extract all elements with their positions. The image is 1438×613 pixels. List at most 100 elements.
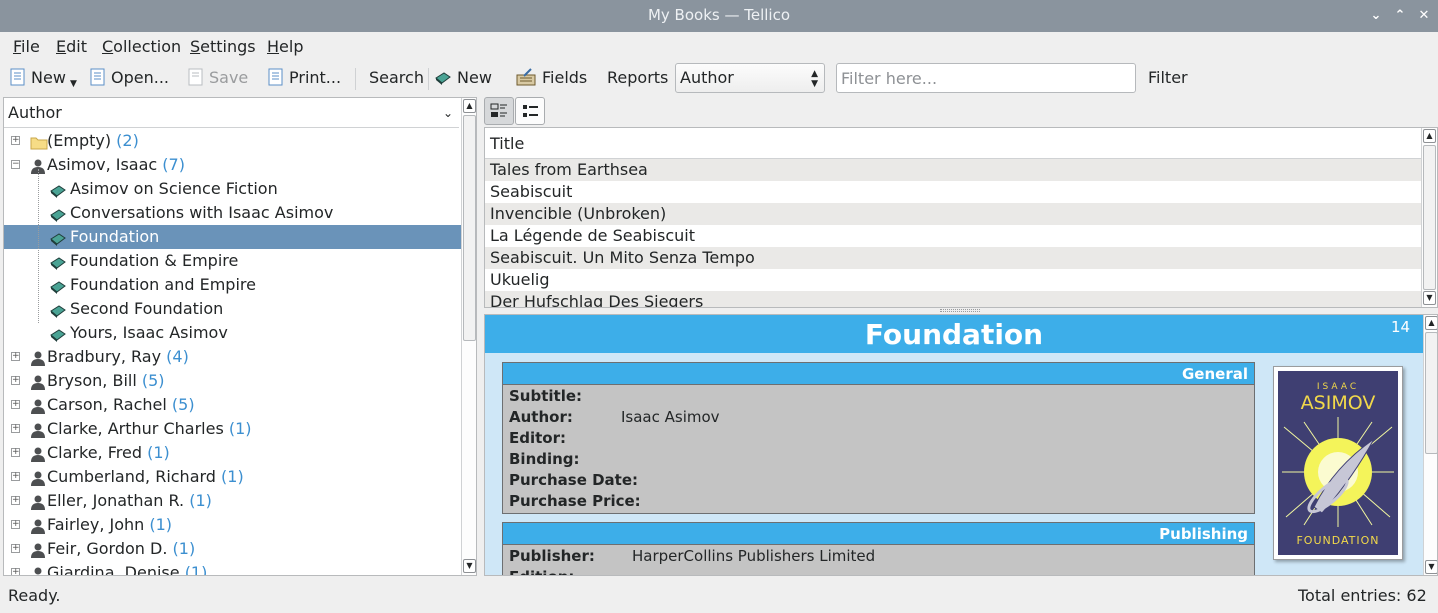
open-button[interactable]: Open...: [90, 68, 169, 90]
expand-icon[interactable]: +: [11, 472, 20, 481]
scroll-down-icon[interactable]: ▼: [1425, 560, 1437, 574]
tree-entry-row[interactable]: Second Foundation: [4, 297, 462, 321]
expand-icon[interactable]: +: [11, 568, 20, 575]
tree-group-label: Carson, Rachel (5): [47, 395, 195, 414]
section-header: General: [503, 363, 1254, 385]
tree-entry-row[interactable]: Conversations with Isaac Asimov: [4, 201, 462, 225]
scroll-up-icon[interactable]: ▲: [463, 99, 476, 113]
tree-entry-label: Yours, Isaac Asimov: [70, 323, 228, 342]
chevron-down-icon[interactable]: ⌄: [443, 98, 453, 128]
tree-group-row[interactable]: + Giardina, Denise (1): [4, 561, 462, 575]
tree-group-row[interactable]: + Clarke, Arthur Charles (1): [4, 417, 462, 441]
tree-group-row[interactable]: + Fairley, John (1): [4, 513, 462, 537]
book-cover-image[interactable]: ISAAC ASIMOV FOUNDATION: [1273, 366, 1403, 560]
minimize-icon[interactable]: ⌄: [1366, 6, 1386, 26]
list-item[interactable]: Seabiscuit. Un Mito Senza Tempo: [485, 247, 1421, 269]
scroll-down-icon[interactable]: ▼: [1423, 291, 1436, 305]
save-button[interactable]: Save: [188, 68, 248, 90]
menu-bar: File Edit Collection Settings Help: [0, 32, 1438, 60]
expand-icon[interactable]: +: [11, 448, 20, 457]
list-item[interactable]: Ukuelig: [485, 269, 1421, 291]
tree-group-label: Feir, Gordon D. (1): [47, 539, 196, 558]
tree-group-label: Bradbury, Ray (4): [47, 347, 189, 366]
tree-group-row[interactable]: + Cumberland, Richard (1): [4, 465, 462, 489]
detail-field-row: Purchase Price:: [503, 491, 1254, 512]
field-label: Binding:: [509, 450, 580, 468]
menu-help[interactable]: Help: [267, 37, 303, 56]
field-label: Purchase Date:: [509, 471, 639, 489]
updown-arrow-icon: ▲ ▼: [811, 69, 818, 89]
tree-group-row[interactable]: + Bryson, Bill (5): [4, 369, 462, 393]
tree-group-row[interactable]: + Carson, Rachel (5): [4, 393, 462, 417]
tree-entry-row[interactable]: Foundation & Empire: [4, 249, 462, 273]
list-scrollbar[interactable]: ▲ ▼: [1421, 128, 1437, 307]
list-item[interactable]: Tales from Earthsea: [485, 159, 1421, 181]
search-button[interactable]: Search: [369, 68, 424, 90]
tree-group-row[interactable]: + Feir, Gordon D. (1): [4, 537, 462, 561]
tree-group-row[interactable]: + Eller, Jonathan R. (1): [4, 489, 462, 513]
menu-collection[interactable]: Collection: [102, 37, 181, 56]
tree-group-row[interactable]: + Bradbury, Ray (4): [4, 345, 462, 369]
menu-file[interactable]: File: [13, 37, 40, 56]
entry-title: Foundation: [485, 315, 1423, 353]
group-column-header[interactable]: Author ⌄: [4, 98, 459, 128]
close-icon[interactable]: ✕: [1414, 6, 1434, 26]
tree-scrollbar[interactable]: ▲ ▼: [461, 98, 476, 575]
list-item[interactable]: Der Hufschlag Des Siegers: [485, 291, 1421, 307]
fields-editor-icon: [516, 68, 536, 86]
print-button[interactable]: Print...: [268, 68, 341, 90]
title-bar: My Books — Tellico ⌄ ⌃ ✕: [0, 0, 1438, 32]
list-item[interactable]: La Légende de Seabiscuit: [485, 225, 1421, 247]
new-entry-button[interactable]: New: [435, 68, 492, 90]
icon-view-button[interactable]: [515, 97, 545, 125]
expand-icon[interactable]: +: [11, 424, 20, 433]
tree-group-label: Eller, Jonathan R. (1): [47, 491, 212, 510]
dropdown-arrow-icon[interactable]: ▼: [70, 74, 77, 94]
detail-scrollbar[interactable]: ▲ ▼: [1423, 315, 1437, 575]
tree-entry-row[interactable]: Yours, Isaac Asimov: [4, 321, 462, 345]
detailed-view-button[interactable]: [484, 97, 514, 125]
scrollbar-thumb[interactable]: [463, 115, 476, 341]
tree-group-row[interactable]: − Asimov, Isaac (7): [4, 153, 462, 177]
expand-icon[interactable]: +: [11, 136, 20, 145]
expand-icon[interactable]: +: [11, 400, 20, 409]
maximize-icon[interactable]: ⌃: [1390, 6, 1410, 26]
collapse-icon[interactable]: −: [11, 160, 20, 169]
toolbar: New ▼ Open... Save Print... Search New F…: [0, 60, 1438, 96]
scrollbar-thumb[interactable]: [1425, 332, 1437, 454]
document-open-icon: [90, 68, 105, 86]
menu-edit[interactable]: Edit: [56, 37, 87, 56]
tree-group-count: (4): [166, 347, 189, 366]
tree-entry-row[interactable]: Foundation and Empire: [4, 273, 462, 297]
expand-icon[interactable]: +: [11, 496, 20, 505]
scroll-up-icon[interactable]: ▲: [1425, 316, 1437, 330]
filter-input[interactable]: [836, 63, 1136, 93]
tree-entry-row[interactable]: Foundation: [4, 225, 462, 249]
total-entries: Total entries: 62: [1298, 586, 1427, 605]
tree-entry-row[interactable]: Asimov on Science Fiction: [4, 177, 462, 201]
splitter-handle[interactable]: [940, 309, 980, 312]
title-column-header[interactable]: Title: [485, 128, 1421, 159]
expand-icon[interactable]: +: [11, 376, 20, 385]
toolbar-separator: [428, 68, 429, 90]
list-item[interactable]: Invencible (Unbroken): [485, 203, 1421, 225]
tree-entry-label: Second Foundation: [70, 299, 224, 318]
tree-entry-label: Foundation & Empire: [70, 251, 239, 270]
scroll-down-icon[interactable]: ▼: [463, 559, 476, 573]
new-collection-button[interactable]: New ▼: [10, 68, 77, 90]
group-by-combo[interactable]: Author ▲ ▼: [675, 63, 825, 93]
tree-group-label: Clarke, Arthur Charles (1): [47, 419, 252, 438]
expand-icon[interactable]: +: [11, 544, 20, 553]
menu-settings[interactable]: Settings: [190, 37, 256, 56]
scroll-up-icon[interactable]: ▲: [1423, 129, 1436, 143]
document-print-icon: [268, 68, 283, 86]
scrollbar-thumb[interactable]: [1423, 145, 1436, 290]
reports-button[interactable]: Reports: [607, 68, 668, 90]
tree-group-count: (1): [228, 419, 252, 438]
expand-icon[interactable]: +: [11, 520, 20, 529]
tree-group-row[interactable]: + (Empty) (2): [4, 129, 462, 153]
fields-button[interactable]: Fields: [516, 68, 587, 90]
expand-icon[interactable]: +: [11, 352, 20, 361]
list-item[interactable]: Seabiscuit: [485, 181, 1421, 203]
tree-group-row[interactable]: + Clarke, Fred (1): [4, 441, 462, 465]
